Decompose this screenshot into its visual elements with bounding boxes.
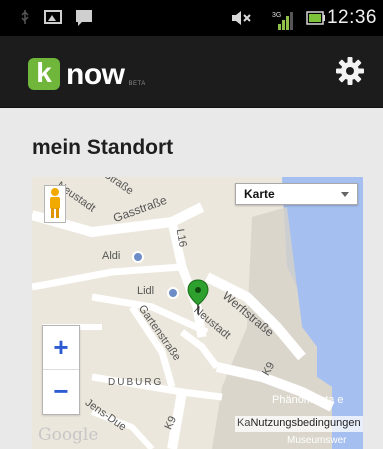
zoom-in-button[interactable]: +	[43, 326, 79, 370]
map-label-phaenomenta: Phänomenta e	[272, 394, 344, 406]
page-title: mein Standort	[32, 136, 174, 159]
signal-icon: 3G	[272, 12, 293, 30]
map-view[interactable]: Straße Neustadt Gasstraße L16 Aldi Lidl …	[32, 177, 363, 449]
chevron-down-icon	[341, 192, 349, 197]
app-logo: k now BETA	[28, 58, 146, 90]
street-view-pegman[interactable]	[44, 185, 66, 223]
usb-icon	[21, 10, 29, 24]
map-label-museumswerft: Museumswer	[287, 435, 347, 446]
logo-k-badge: k	[28, 58, 60, 90]
image-icon	[44, 10, 62, 24]
map-type-selected: Karte	[244, 187, 275, 201]
poi-aldi-icon[interactable]	[132, 251, 144, 263]
poi-lidl-icon[interactable]	[167, 287, 179, 299]
terms-prefix: Ka	[237, 417, 251, 429]
logo-beta: BETA	[128, 81, 146, 87]
signal-type-label: 3G	[272, 12, 281, 19]
pegman-icon	[50, 188, 60, 218]
message-icon	[76, 10, 92, 26]
google-logo: Google	[38, 425, 99, 445]
logo-text: now	[66, 58, 125, 91]
location-marker-icon[interactable]	[187, 279, 209, 315]
map-label-aldi[interactable]: Aldi	[102, 250, 120, 262]
terms-label: Nutzungsbedingungen	[250, 417, 361, 429]
zoom-controls: + −	[42, 325, 80, 415]
terms-link[interactable]: KaNutzungsbedingungen	[235, 416, 363, 432]
zoom-out-button[interactable]: −	[43, 370, 79, 414]
map-label-duburg: DUBURG	[108, 377, 164, 388]
clock: 12:36	[326, 7, 377, 28]
battery-icon	[306, 11, 325, 25]
mute-icon	[232, 11, 251, 25]
app-bar: k now BETA	[0, 36, 383, 108]
map-label-lidl[interactable]: Lidl	[137, 285, 154, 297]
gear-icon[interactable]	[335, 56, 365, 86]
status-bar: 3G 12:36	[0, 0, 383, 36]
map-type-dropdown[interactable]: Karte	[235, 183, 358, 205]
